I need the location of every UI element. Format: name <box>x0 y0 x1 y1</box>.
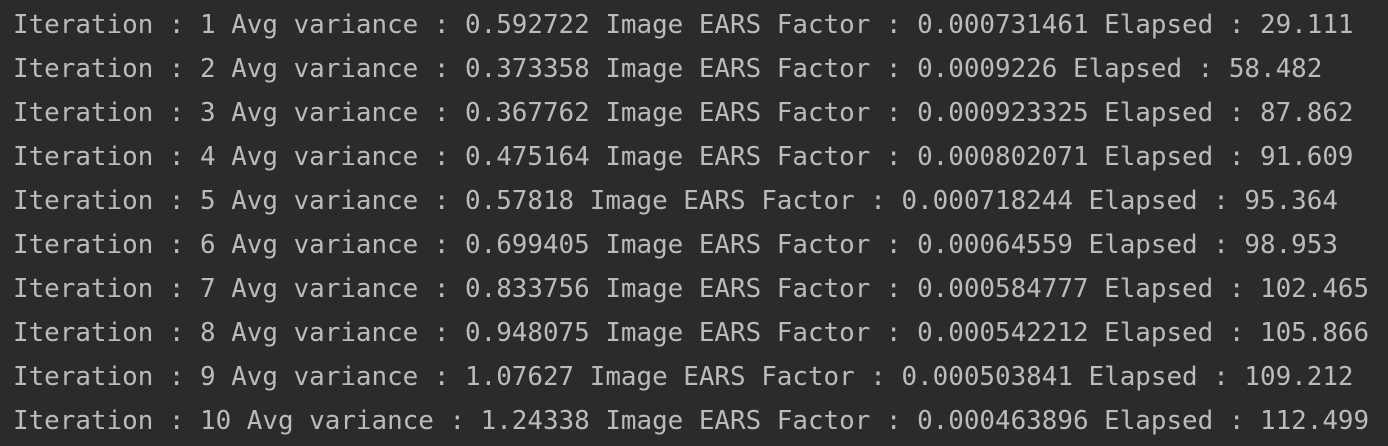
console-line: Iteration : 10 Avg variance : 1.24338 Im… <box>13 406 1370 436</box>
console-line: Iteration : 3 Avg variance : 0.367762 Im… <box>13 98 1354 128</box>
console-line: Iteration : 4 Avg variance : 0.475164 Im… <box>13 142 1354 172</box>
console-line: Iteration : 5 Avg variance : 0.57818 Ima… <box>13 186 1338 216</box>
console-line: Iteration : 8 Avg variance : 0.948075 Im… <box>13 318 1370 348</box>
console-line: Iteration : 6 Avg variance : 0.699405 Im… <box>13 230 1338 260</box>
console-line: Iteration : 1 Avg variance : 0.592722 Im… <box>13 10 1354 40</box>
console-output[interactable]: Iteration : 1 Avg variance : 0.592722 Im… <box>0 0 1388 443</box>
console-line: Iteration : 7 Avg variance : 0.833756 Im… <box>13 274 1370 304</box>
console-line: Iteration : 2 Avg variance : 0.373358 Im… <box>13 54 1323 84</box>
console-line: Iteration : 9 Avg variance : 1.07627 Ima… <box>13 362 1354 392</box>
